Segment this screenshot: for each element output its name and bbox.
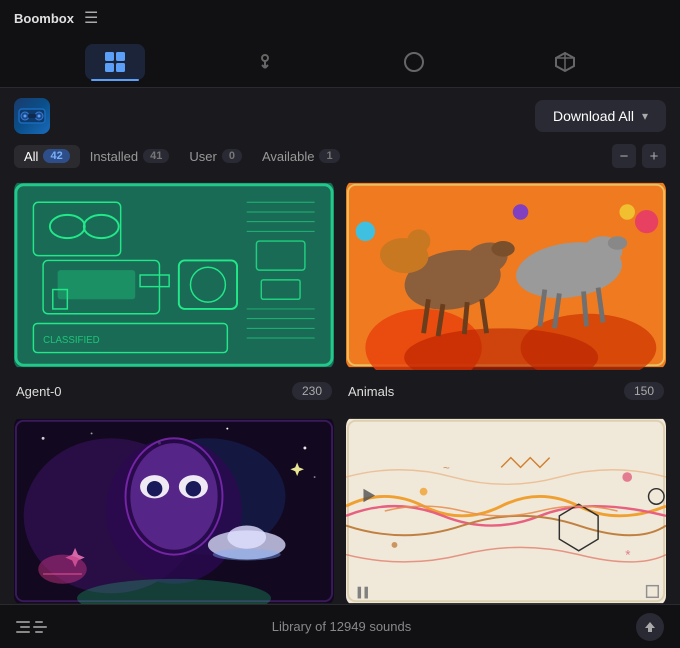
- zoom-controls: − +: [612, 144, 666, 168]
- nav-item-cube[interactable]: [535, 44, 595, 80]
- filter-available-badge: 1: [319, 149, 339, 163]
- agent-0-illustration: CLASSIFIED: [14, 180, 334, 370]
- svg-text:CLASSIFIED: CLASSIFIED: [43, 335, 100, 346]
- cube-icon: [553, 50, 577, 74]
- filter-installed-badge: 41: [143, 149, 169, 163]
- grid-item-agent-0[interactable]: CLASSIFIED Agent-0 230: [14, 180, 334, 404]
- library-label: Library of 12949 sounds: [272, 619, 411, 634]
- grid-item-animals[interactable]: Animals 150: [346, 180, 666, 404]
- filter-tab-available[interactable]: Available 1: [252, 145, 350, 168]
- menu-icon[interactable]: ☰: [84, 8, 98, 28]
- waves-illustration: * ~ ▌▌: [346, 416, 666, 606]
- filter-tab-all[interactable]: All 42: [14, 145, 80, 168]
- animals-label: Animals 150: [346, 375, 666, 404]
- download-all-label: Download All: [553, 108, 634, 124]
- svg-text:~: ~: [443, 462, 450, 475]
- animals-illustration: [346, 180, 666, 370]
- filter-row: All 42 Installed 41 User 0 Available 1 −…: [14, 144, 666, 168]
- nav-item-circle[interactable]: [384, 44, 444, 80]
- app-title: Boombox: [14, 11, 74, 26]
- filter-tab-installed[interactable]: Installed 41: [80, 145, 180, 168]
- logo-avatar: [14, 98, 50, 134]
- agent-0-name: Agent-0: [16, 384, 62, 399]
- circle-icon: [402, 50, 426, 74]
- animals-name: Animals: [348, 384, 394, 399]
- nav-item-grid[interactable]: [85, 44, 145, 80]
- filter-all-badge: 42: [43, 149, 69, 163]
- grid-icon: [103, 50, 127, 74]
- sort-icon: [254, 51, 276, 73]
- zoom-out-button[interactable]: −: [612, 144, 636, 168]
- agent-0-count: 230: [292, 382, 332, 400]
- zoom-in-button[interactable]: +: [642, 144, 666, 168]
- sound-pack-grid: CLASSIFIED Agent-0 230: [14, 180, 666, 637]
- space-illustration: [14, 416, 334, 606]
- bottom-bar: Library of 12949 sounds: [0, 604, 680, 648]
- agent-0-label: Agent-0 230: [14, 375, 334, 404]
- nav-bar: [0, 36, 680, 88]
- animals-count: 150: [624, 382, 664, 400]
- filter-user-label: User: [189, 149, 216, 164]
- filter-all-label: All: [24, 149, 38, 164]
- svg-text:▌▌: ▌▌: [358, 586, 372, 598]
- svg-text:*: *: [625, 547, 631, 562]
- content-area: Download All ▾ All 42 Installed 41 User …: [0, 88, 680, 637]
- header-row: Download All ▾: [14, 98, 666, 134]
- nav-item-sort[interactable]: [236, 45, 294, 79]
- upload-button[interactable]: [636, 613, 664, 641]
- download-all-button[interactable]: Download All ▾: [535, 100, 666, 132]
- filter-available-label: Available: [262, 149, 315, 164]
- filter-user-badge: 0: [222, 149, 242, 163]
- filter-icon[interactable]: [16, 621, 47, 633]
- top-bar: Boombox ☰: [0, 0, 680, 36]
- chevron-down-icon: ▾: [642, 109, 648, 123]
- filter-tab-user[interactable]: User 0: [179, 145, 252, 168]
- filter-installed-label: Installed: [90, 149, 138, 164]
